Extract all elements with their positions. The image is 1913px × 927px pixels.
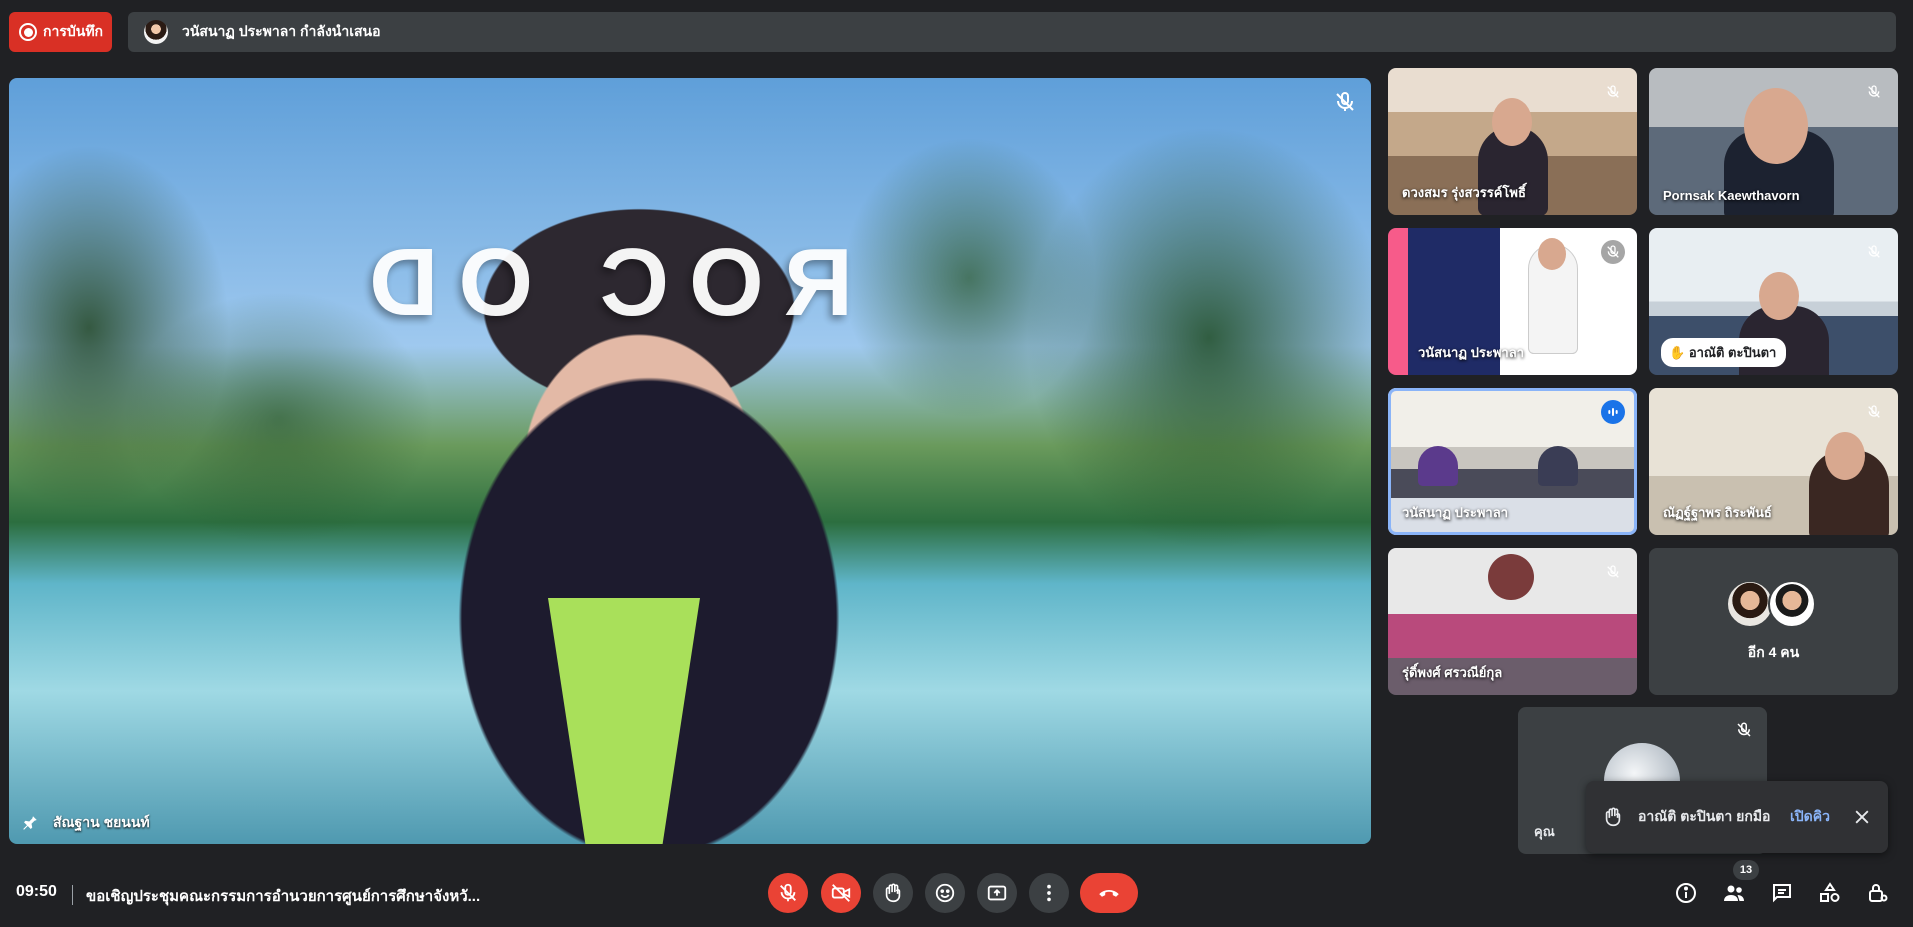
participant-name: วนัสนาฏ ประพาลา [1402, 505, 1508, 520]
virtual-background [9, 78, 1371, 844]
lock-person-icon [1869, 884, 1888, 902]
raised-hand-icon [1605, 807, 1621, 827]
notification-text: อาณัติ ตะปินตา ยกมือ [1638, 808, 1771, 824]
mic-off-icon [1862, 240, 1886, 264]
meeting-title: ขอเชิญประชุมคณะกรรมการอำนวยการศูนย์การศึ… [86, 888, 481, 905]
raise-hand-icon [885, 883, 901, 903]
participant-name: ณัฏฐ์ฐาพร ถิระพันธ์ [1663, 505, 1772, 520]
mic-off-icon [1601, 80, 1625, 104]
participant-tile[interactable]: Pornsak Kaewthavorn [1649, 68, 1898, 215]
reactions-button[interactable] [925, 873, 965, 913]
camera-toggle-button[interactable] [821, 873, 861, 913]
mic-off-icon [1737, 722, 1751, 737]
activities-button[interactable] [1814, 877, 1846, 909]
more-vert-icon [1047, 884, 1051, 902]
presenter-avatar [144, 20, 168, 44]
close-icon[interactable] [1852, 807, 1872, 827]
meeting-info-button[interactable] [1670, 877, 1702, 909]
record-icon [19, 23, 37, 41]
mic-off-icon [1336, 92, 1354, 111]
participant-tile[interactable]: รุ่ดิ์พงศ์ ศรวณีย์กุล [1388, 548, 1637, 695]
mic-off-icon [780, 883, 796, 902]
pin-icon[interactable] [21, 814, 39, 832]
open-queue-link[interactable]: เปิดคิว [1790, 806, 1830, 828]
background-sign-text: ROC OD [349, 229, 853, 336]
participant-name: วนัสนาฏ ประพาลา [1418, 345, 1524, 360]
clock: 09:50 [16, 883, 57, 900]
more-participants-tile[interactable]: อีก 4 คน [1649, 548, 1898, 695]
host-controls-button[interactable] [1862, 877, 1894, 909]
recording-badge[interactable]: การบันทึก [9, 12, 112, 52]
avatar [1725, 579, 1774, 628]
more-participants-label: อีก 4 คน [1747, 643, 1800, 660]
participant-name: รุ่ดิ์พงศ์ ศรวณีย์กุล [1402, 665, 1503, 680]
participant-tile[interactable]: ณัฏฐ์ฐาพร ถิระพันธ์ [1649, 388, 1898, 535]
hand-raise-notification: อาณัติ ตะปินตา ยกมือ เปิดคิว [1586, 781, 1888, 853]
people-icon [1724, 885, 1744, 901]
bottom-toolbar: 09:50 ขอเชิญประชุมคณะกรรมการอำนวยการศูนย… [0, 865, 1913, 927]
chat-button[interactable] [1766, 877, 1798, 909]
people-button[interactable] [1718, 877, 1750, 909]
speaking-indicator-icon [1601, 400, 1625, 424]
participant-name: Pornsak Kaewthavorn [1663, 188, 1800, 203]
info-icon [1676, 883, 1696, 903]
mic-off-icon [1601, 560, 1625, 584]
mic-toggle-button[interactable] [768, 873, 808, 913]
present-screen-icon [987, 885, 1007, 901]
divider [72, 885, 73, 905]
main-speaker-video[interactable]: ROC OD สัณฐาน ชยนนท์ [9, 78, 1371, 844]
activities-icon [1820, 882, 1840, 902]
emoji-icon [935, 883, 955, 903]
self-name: คุณ [1534, 824, 1555, 839]
mic-off-icon [1862, 80, 1886, 104]
raise-hand-button[interactable] [873, 873, 913, 913]
present-button[interactable] [977, 873, 1017, 913]
main-speaker-name: สัณฐาน ชยนนท์ [21, 812, 150, 834]
camera-off-icon [831, 884, 851, 902]
participant-tile[interactable]: ✋ อาณัติ ตะปินตา [1649, 228, 1898, 375]
leave-call-button[interactable] [1080, 873, 1138, 913]
recording-label: การบันทึก [43, 23, 104, 39]
mic-off-icon [1862, 400, 1886, 424]
main-speaker-name-text: สัณฐาน ชยนนท์ [53, 814, 150, 830]
participant-avatars [1725, 579, 1816, 628]
mic-off-icon [1601, 240, 1625, 264]
presentation-tile[interactable]: วนัสนาฏ ประพาลา [1388, 228, 1637, 375]
participants-count-badge: 13 [1733, 860, 1759, 880]
presenting-banner[interactable]: วนัสนาฏ ประพาลา กำลังนำเสนอ [128, 12, 1896, 52]
more-options-button[interactable] [1029, 873, 1069, 913]
chat-icon [1773, 884, 1791, 903]
participant-name: ดวงสมร รุ่งสวรรค์โพธิ์ [1402, 185, 1526, 200]
presenting-text: วนัสนาฏ ประพาลา กำลังนำเสนอ [182, 23, 381, 39]
avatar [1767, 579, 1816, 628]
participant-tile[interactable]: ดวงสมร รุ่งสวรรค์โพธิ์ [1388, 68, 1637, 215]
participant-tile-speaking[interactable]: วนัสนาฏ ประพาลา [1388, 388, 1637, 535]
meet-window: การบันทึก วนัสนาฏ ประพาลา กำลังนำเสนอ RO… [0, 0, 1913, 927]
phone-hangup-icon [1099, 890, 1119, 897]
participant-name: ✋ อาณัติ ตะปินตา [1661, 338, 1787, 367]
